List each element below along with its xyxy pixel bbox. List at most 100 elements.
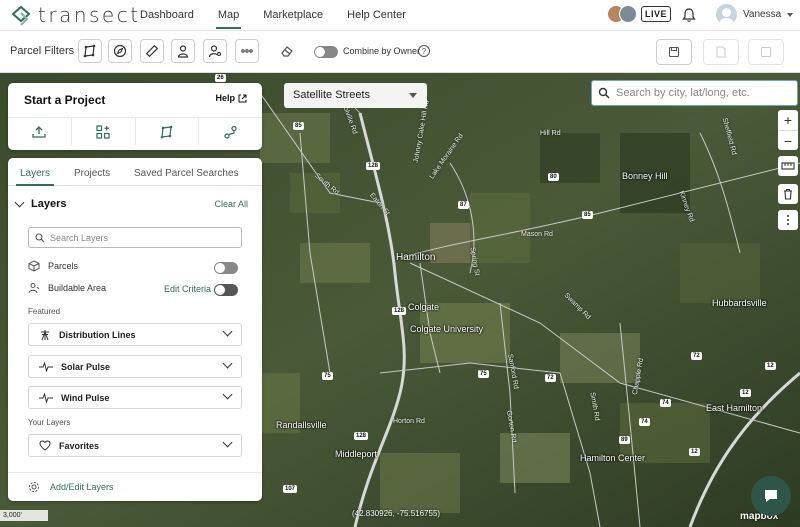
owner-location-filter-button[interactable]	[203, 39, 227, 63]
person-icon	[177, 45, 189, 58]
solar-pulse-accordion[interactable]: Solar Pulse	[28, 355, 242, 378]
external-link-icon	[238, 94, 247, 102]
tab-projects[interactable]: Projects	[74, 168, 110, 179]
save-filter-button[interactable]	[656, 39, 692, 65]
measure-filter-button[interactable]	[140, 39, 164, 63]
bell-icon[interactable]	[681, 7, 697, 23]
power-pole-icon	[41, 329, 49, 340]
route-shield: 128	[392, 307, 407, 315]
upload-project-button[interactable]	[8, 118, 72, 145]
chat-button[interactable]	[751, 476, 791, 516]
route-shield: 89	[619, 436, 630, 444]
zoom-out-button[interactable]: −	[778, 130, 798, 150]
parcels-layer-row: Parcels	[28, 260, 78, 272]
ruler-icon	[145, 44, 159, 58]
combine-by-owner-toggle[interactable]	[314, 46, 338, 58]
route-shield: 85	[582, 211, 593, 219]
place-label: Hamilton Center	[580, 453, 646, 463]
map-style-value: Satellite Streets	[293, 89, 371, 101]
zoom-in-button[interactable]: +	[778, 110, 798, 130]
route-shield: 80	[548, 173, 559, 181]
main-nav: Dashboard Map Marketplace Help Center	[140, 9, 430, 29]
map-search-input[interactable]	[616, 87, 786, 99]
distribution-lines-accordion[interactable]: Distribution Lines	[28, 323, 242, 346]
chevron-down-icon	[787, 12, 794, 17]
map-more-tools	[778, 210, 798, 230]
add-edit-layers-button[interactable]: Add/Edit Layers	[8, 472, 262, 501]
gear-icon	[29, 482, 39, 492]
owner-filter-button[interactable]	[171, 39, 195, 63]
export-button[interactable]	[703, 39, 739, 65]
route-shield: 128	[354, 432, 369, 440]
map-scale: 3,000'	[0, 510, 48, 521]
measure-button[interactable]	[778, 156, 798, 176]
road-label: Hill Rd	[540, 130, 561, 137]
user-avatar	[716, 4, 737, 25]
save-icon	[668, 46, 680, 58]
route-shield: 75	[322, 372, 333, 380]
route-shield: 12	[765, 362, 776, 370]
draw-tools	[778, 184, 798, 204]
nav-dashboard[interactable]: Dashboard	[140, 9, 194, 21]
solar-pulse-label: Solar Pulse	[61, 361, 111, 372]
add-layout-button[interactable]	[72, 118, 136, 145]
nav-map[interactable]: Map	[215, 9, 242, 29]
route-shield: 74	[660, 399, 671, 407]
distribution-lines-label: Distribution Lines	[59, 329, 136, 340]
chat-bubble-icon	[765, 490, 777, 502]
buildable-area-toggle[interactable]	[214, 284, 238, 296]
more-filters-button[interactable]	[235, 39, 259, 63]
help-circle-icon[interactable]: ?	[418, 45, 430, 57]
cube-icon	[28, 260, 40, 272]
more-vertical-button[interactable]	[778, 210, 798, 230]
draw-polygon-project-button[interactable]	[136, 118, 200, 145]
trash-button[interactable]	[778, 184, 798, 204]
layer-search-input[interactable]	[50, 232, 167, 243]
start-project-help-link[interactable]: Help	[215, 93, 247, 103]
place-label: Hubbardsville	[712, 298, 767, 308]
compass-filter-button[interactable]	[108, 39, 132, 63]
favorites-accordion[interactable]: Favorites	[28, 434, 242, 457]
road-label: Mason Rd	[521, 231, 553, 238]
route-shield: 74	[639, 418, 650, 426]
polygon-filter-button[interactable]	[78, 39, 102, 63]
pulse-icon	[39, 361, 53, 372]
map-style-select[interactable]: Satellite Streets	[284, 83, 427, 108]
tab-saved-parcel-searches[interactable]: Saved Parcel Searches	[134, 168, 239, 179]
route-shield: 26	[215, 74, 226, 82]
nav-help-center[interactable]: Help Center	[347, 9, 406, 21]
parcel-filter-bar: Parcel Filters Combine by Owner ?	[0, 31, 800, 73]
route-project-button[interactable]	[199, 118, 262, 145]
route-shield: 87	[458, 201, 469, 209]
edit-criteria-link[interactable]: Edit Criteria	[164, 284, 211, 294]
featured-group-label: Featured	[28, 307, 61, 316]
clear-all-button[interactable]: Clear All	[214, 199, 248, 209]
chevron-down-icon	[409, 93, 417, 98]
buildable-area-label: Buildable Area	[48, 283, 107, 293]
wind-pulse-accordion[interactable]: Wind Pulse	[28, 386, 242, 409]
user-menu[interactable]: Vanessa	[716, 4, 794, 25]
route-icon	[224, 125, 237, 139]
layer-search-box[interactable]	[28, 227, 242, 248]
eraser-icon[interactable]	[280, 44, 294, 58]
map-search-box[interactable]	[591, 80, 798, 106]
add-grid-icon	[96, 124, 110, 139]
download-button[interactable]	[748, 39, 784, 65]
place-label: Colgate University	[410, 324, 484, 334]
place-label: Bonney Hill	[622, 171, 668, 181]
layers-section-header[interactable]: Layers	[14, 197, 66, 210]
search-icon	[35, 232, 45, 242]
collaborator-avatar	[619, 5, 637, 23]
parcels-label: Parcels	[48, 261, 79, 271]
buildable-area-layer-row: Buildable Area	[28, 282, 106, 294]
live-collaborators[interactable]: LIVE	[607, 5, 672, 23]
layers-panel: Layers Projects Saved Parcel Searches La…	[8, 158, 262, 501]
place-label: Middleport	[335, 449, 378, 459]
tab-layers[interactable]: Layers	[15, 168, 55, 186]
route-shield: 107	[283, 485, 298, 493]
parcels-toggle[interactable]	[214, 262, 238, 274]
brand-logo[interactable]: transect	[10, 4, 141, 26]
place-label: Hamilton	[396, 252, 436, 263]
polygon-select-icon	[83, 44, 96, 58]
nav-marketplace[interactable]: Marketplace	[263, 9, 323, 21]
